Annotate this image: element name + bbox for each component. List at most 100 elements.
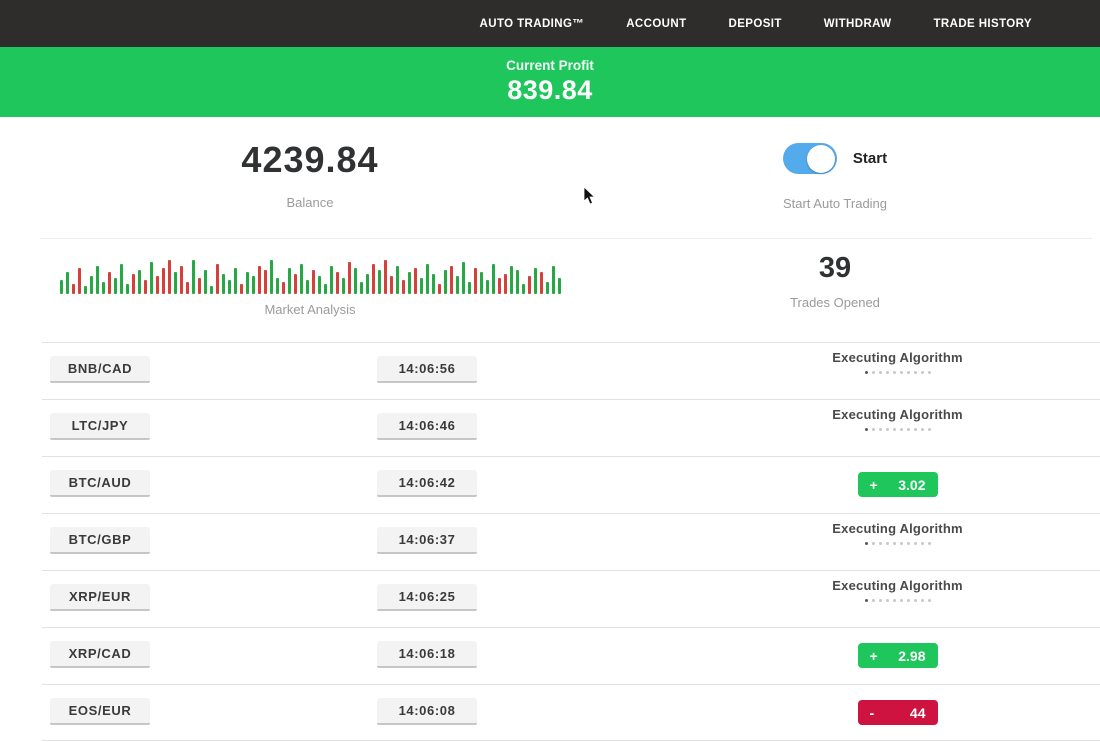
table-row: BTC/GBP 14:06:37 Executing Algorithm: [0, 513, 1100, 570]
time-badge: 14:06:46: [377, 413, 477, 440]
candle-bar: [354, 268, 357, 294]
table-row: BTC/AUD 14:06:42 +3.02: [0, 456, 1100, 513]
candle-bar: [282, 282, 285, 294]
candle-bar: [336, 272, 339, 294]
pair-badge: EOS/EUR: [50, 698, 150, 725]
current-profit-label: Current Profit: [0, 58, 1100, 73]
candle-bar: [366, 274, 369, 294]
candle-bar: [528, 276, 531, 294]
trades-opened-label: Trades Opened: [700, 295, 970, 310]
top-navbar: AUTO TRADING™ ACCOUNT DEPOSIT WITHDRAW TRADE…: [0, 0, 1100, 47]
nav-item-deposit[interactable]: DEPOSIT: [729, 18, 782, 30]
profit-badge: +2.98: [858, 643, 938, 668]
candle-bar: [210, 286, 213, 294]
candle-bar: [438, 284, 441, 294]
candle-bar: [372, 264, 375, 294]
candle-bar: [288, 268, 291, 294]
candle-bar: [342, 278, 345, 294]
candle-bar: [534, 268, 537, 294]
profit-badge: +3.02: [858, 472, 938, 497]
pair-badge: BTC/GBP: [50, 527, 150, 554]
progress-dot: [893, 371, 896, 374]
candle-bar: [300, 264, 303, 294]
nav-item-auto-trading[interactable]: AUTO TRADING™: [480, 18, 585, 30]
progress-dot: [865, 599, 868, 602]
progress-dot: [865, 428, 868, 431]
candle-bar: [462, 262, 465, 294]
balance-block: 4239.84 Balance: [40, 139, 580, 210]
candle-bar: [408, 272, 411, 294]
candle-bar: [222, 274, 225, 294]
candle-bar: [486, 280, 489, 294]
balance-label: Balance: [40, 195, 580, 210]
candle-bar: [180, 266, 183, 294]
market-analysis-block: Market Analysis: [40, 254, 580, 317]
result-sign: +: [870, 648, 878, 664]
pair-badge: BTC/AUD: [50, 470, 150, 497]
candle-bar: [276, 278, 279, 294]
progress-dot: [893, 428, 896, 431]
progress-dot: [872, 599, 875, 602]
nav-item-account[interactable]: ACCOUNT: [626, 18, 686, 30]
candle-bar: [420, 278, 423, 294]
candle-bar: [168, 260, 171, 294]
auto-trading-block: Start Start Auto Trading: [700, 143, 970, 211]
candle-bar: [216, 264, 219, 294]
progress-dot: [914, 428, 917, 431]
time-badge: 14:06:18: [377, 641, 477, 668]
progress-dots: [760, 599, 1035, 602]
pair-badge: BNB/CAD: [50, 356, 150, 383]
candle-bar: [90, 276, 93, 294]
candle-bar: [228, 280, 231, 294]
candle-bar: [396, 266, 399, 294]
time-badge: 14:06:37: [377, 527, 477, 554]
progress-dot: [928, 542, 931, 545]
progress-dot: [900, 371, 903, 374]
nav-item-withdraw[interactable]: WITHDRAW: [824, 18, 892, 30]
progress-dot: [921, 599, 924, 602]
progress-dot: [921, 371, 924, 374]
candle-bar: [60, 280, 63, 294]
candle-bar: [474, 268, 477, 294]
progress-dot: [879, 371, 882, 374]
progress-dots: [760, 428, 1035, 431]
result-sign: -: [870, 705, 875, 721]
candle-bar: [516, 270, 519, 294]
toggle-knob: [807, 145, 835, 173]
candle-bar: [126, 284, 129, 294]
candle-bar: [198, 278, 201, 294]
progress-dot: [914, 371, 917, 374]
table-row: XRP/EUR 14:06:25 Executing Algorithm: [0, 570, 1100, 627]
pair-badge: XRP/EUR: [50, 584, 150, 611]
status-cell: Executing Algorithm: [760, 407, 1035, 431]
current-profit-value: 839.84: [0, 75, 1100, 106]
time-badge: 14:06:56: [377, 356, 477, 383]
candle-bar: [324, 284, 327, 294]
progress-dot: [872, 542, 875, 545]
progress-dot: [914, 599, 917, 602]
candle-bar: [78, 268, 81, 294]
candle-bar: [258, 266, 261, 294]
nav-item-trade-history[interactable]: TRADE HISTORY: [934, 18, 1033, 30]
candle-bar: [174, 272, 177, 294]
market-section: Market Analysis 39 Trades Opened: [0, 238, 1100, 342]
candle-bar: [132, 274, 135, 294]
candle-bar: [186, 282, 189, 294]
candle-bar: [318, 276, 321, 294]
status-cell: Executing Algorithm: [760, 521, 1035, 545]
candle-bar: [504, 274, 507, 294]
auto-trading-toggle[interactable]: [783, 143, 837, 174]
candle-bar: [414, 268, 417, 294]
pair-badge: LTC/JPY: [50, 413, 150, 440]
progress-dot: [921, 542, 924, 545]
candle-bar: [66, 272, 69, 294]
candle-bar: [306, 280, 309, 294]
progress-dot: [921, 428, 924, 431]
candle-bar: [240, 284, 243, 294]
result-value: 2.98: [898, 648, 925, 664]
trades-opened-value: 39: [700, 252, 970, 285]
time-badge: 14:06:08: [377, 698, 477, 725]
progress-dot: [886, 599, 889, 602]
candle-bar: [426, 264, 429, 294]
candle-bar: [546, 282, 549, 294]
